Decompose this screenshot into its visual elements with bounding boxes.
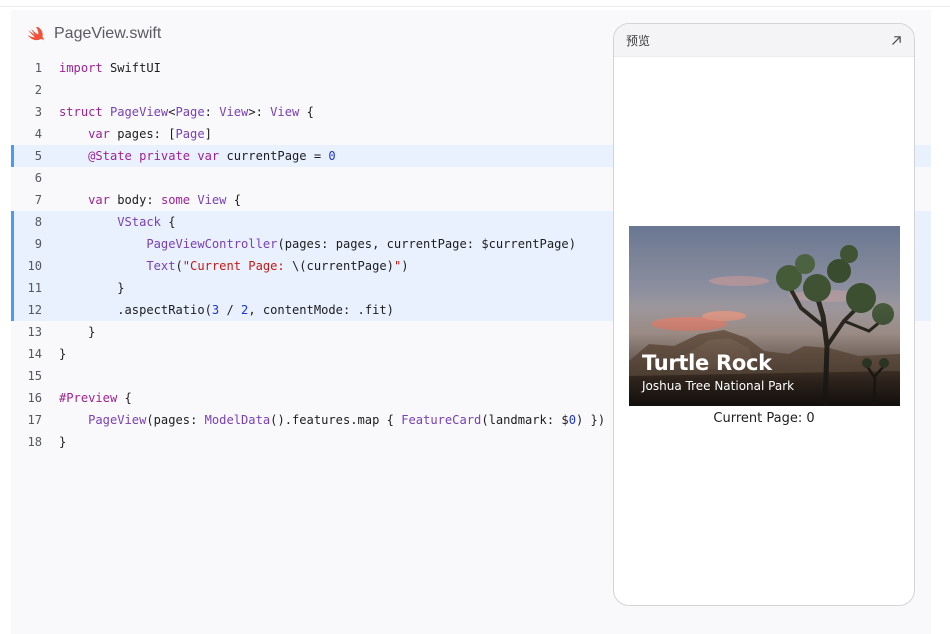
code-text: Text("Current Page: \(currentPage)") bbox=[146, 259, 409, 273]
line-number: 14 bbox=[27, 347, 42, 361]
line-number: 11 bbox=[27, 281, 42, 295]
code-text: } bbox=[59, 435, 67, 449]
line-number: 3 bbox=[34, 105, 42, 119]
line-number: 2 bbox=[34, 83, 42, 97]
line-number: 7 bbox=[34, 193, 42, 207]
code-text: @State private var currentPage = 0 bbox=[88, 149, 336, 163]
line-number: 9 bbox=[34, 237, 42, 251]
line-number: 10 bbox=[27, 259, 42, 273]
code-text: struct PageView<Page: View>: View { bbox=[59, 105, 314, 119]
code-text: } bbox=[59, 347, 67, 361]
code-text: var body: some View { bbox=[88, 193, 242, 207]
card-subtitle: Joshua Tree National Park bbox=[642, 379, 795, 393]
preview-header: 预览 bbox=[614, 24, 914, 57]
line-number: 18 bbox=[27, 435, 42, 449]
line-number: 1 bbox=[34, 61, 42, 75]
code-text: } bbox=[117, 281, 125, 295]
swift-icon bbox=[27, 26, 44, 40]
line-number: 12 bbox=[27, 303, 42, 317]
code-text: import SwiftUI bbox=[59, 61, 161, 75]
code-text: #Preview { bbox=[59, 391, 132, 405]
line-number: 17 bbox=[27, 413, 42, 427]
line-number: 13 bbox=[27, 325, 42, 339]
code-text: } bbox=[88, 325, 96, 339]
feature-card[interactable]: Turtle Rock Joshua Tree National Park bbox=[629, 226, 900, 406]
current-page-label: Current Page: 0 bbox=[713, 411, 815, 426]
code-text: VStack { bbox=[117, 215, 176, 229]
line-number: 16 bbox=[27, 391, 42, 405]
card-title: Turtle Rock bbox=[642, 351, 772, 375]
line-number: 8 bbox=[34, 215, 42, 229]
line-number: 6 bbox=[34, 171, 42, 185]
preview-title: 预览 bbox=[626, 33, 651, 48]
preview-panel: 预览 Turtle Rock Joshua Tree National Park… bbox=[613, 23, 915, 606]
expand-arrow-icon[interactable] bbox=[891, 35, 902, 46]
line-number: 5 bbox=[34, 149, 42, 163]
file-header: PageView.swift bbox=[27, 24, 161, 44]
top-divider bbox=[0, 6, 950, 7]
line-number: 15 bbox=[27, 369, 42, 383]
code-text: .aspectRatio(3 / 2, contentMode: .fit) bbox=[117, 303, 394, 317]
code-text: var pages: [Page] bbox=[88, 127, 212, 141]
line-number: 4 bbox=[34, 127, 42, 141]
code-text: PageViewController(pages: pages, current… bbox=[146, 237, 576, 251]
file-name: PageView.swift bbox=[54, 25, 162, 42]
code-text: PageView(pages: ModelData().features.map… bbox=[88, 413, 606, 427]
